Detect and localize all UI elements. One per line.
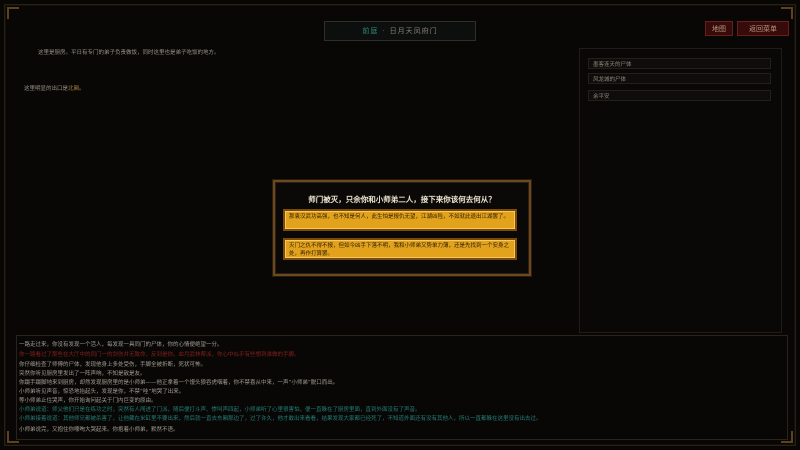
dialog-question: 师门被灭，只余你和小师弟二人，接下来你该何去何从？ xyxy=(308,195,496,204)
choice-option-1[interactable]: 那袁汉武功高强，也不知是何人，此生怕是报仇无望，江湖凶险，不如就此退出江湖罢了。 xyxy=(283,209,517,231)
choice-dialog: 师门被灭，只余你和小师弟二人，接下来你该何去何从？ 那袁汉武功高强，也不知是何人… xyxy=(273,180,531,276)
choice-option-2[interactable]: 灭门之仇不得不报，但如今凶手下落不明，我和小师弟又势单力薄，还是先找到一个安身之… xyxy=(283,238,517,260)
